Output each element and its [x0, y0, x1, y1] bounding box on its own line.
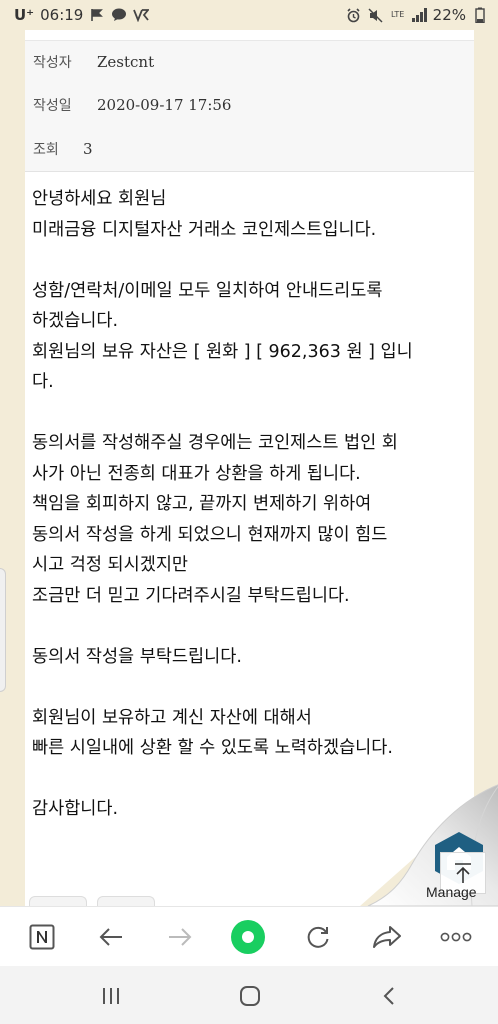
article-line: 조금만 더 믿고 기다려주시길 부탁드립니다.: [32, 585, 350, 606]
carrier-label: U⁺: [14, 6, 35, 24]
article-body: 안녕하세요 회원님 미래금융 디지털자산 거래소 코인제스트입니다. 성함/연락…: [25, 172, 474, 825]
more-button[interactable]: [438, 919, 474, 955]
alarm-icon: [346, 7, 362, 23]
arrow-left-icon: [99, 928, 122, 946]
flag-icon: [89, 7, 105, 23]
status-left: U⁺ 06:19: [14, 6, 150, 24]
back-button[interactable]: [93, 919, 129, 955]
article-line: 동의서를 작성해주실 경우에는 코인제스트 법인 회: [32, 433, 398, 453]
article-line: 하겠습니다.: [32, 311, 119, 331]
post-date: 2020-09-17 17:56: [97, 96, 232, 114]
meta-author-row: 작성자 Zestcnt: [33, 41, 466, 83]
date-label: 작성일: [33, 98, 72, 114]
home-icon: [240, 986, 260, 1006]
meta-views-row: 조회 3: [33, 127, 466, 171]
article-line: 책임을 회피하지 않고, 끝까지 변제하기 위하여: [32, 494, 372, 514]
battery-icon: [472, 7, 488, 23]
chevron-left-icon: [383, 987, 394, 1005]
refresh-icon: [307, 926, 329, 948]
tag-chip[interactable]: [29, 896, 87, 906]
green-dot-icon: [231, 920, 265, 954]
meta-date-row: 작성일 2020-09-17 17:56: [33, 83, 466, 127]
article-line: [32, 672, 474, 703]
mute-icon: [368, 7, 384, 23]
post-meta: 작성자 Zestcnt 작성일 2020-09-17 17:56 조회 3: [25, 40, 474, 172]
article-line: 성함/연락처/이메일 모두 일치하여 안내드리도록: [32, 280, 383, 301]
article-line: 동의서 작성을 부탁드립니다.: [32, 646, 242, 667]
author-name: Zestcnt: [97, 53, 155, 71]
system-back-button[interactable]: [372, 979, 406, 1013]
edge-panel-handle[interactable]: [0, 568, 6, 692]
recent-apps-icon: [103, 988, 119, 1004]
tag-chip[interactable]: [97, 896, 155, 906]
article-line: 회원님이 보유하고 계신 자산에 대해서: [32, 707, 312, 728]
naver-home-button[interactable]: [24, 919, 60, 955]
arrow-up-icon: [455, 863, 471, 883]
browser-toolbar: [0, 906, 498, 966]
clock: 06:19: [40, 6, 84, 24]
author-label: 작성자: [33, 55, 72, 71]
post-page: 작성자 Zestcnt 작성일 2020-09-17 17:56 조회 3 안녕…: [25, 30, 474, 906]
signal-icon: [411, 8, 427, 22]
view-count: 3: [83, 140, 93, 158]
status-right: LTE 22%: [346, 6, 488, 24]
system-nav-bar: [0, 966, 498, 1024]
article-line: 안녕하세요 회원님: [32, 189, 167, 209]
article-line: 사가 아닌 전종희 대표가 상환을 하게 됩니다.: [32, 463, 361, 484]
chat-bubble-icon: [111, 7, 127, 23]
article-line: 시고 걱정 되시겠지만: [32, 555, 189, 575]
views-label: 조회: [33, 142, 59, 158]
article-line: [32, 245, 474, 276]
battery-level: 22%: [432, 6, 466, 24]
status-bar: U⁺ 06:19 LTE 22%: [0, 0, 498, 30]
article-line: 동의서 작성을 하게 되었으니 현재까지 많이 힘드: [32, 524, 388, 545]
share-icon: [373, 926, 401, 948]
green-dot-button[interactable]: [230, 919, 266, 955]
share-button[interactable]: [369, 919, 405, 955]
article-line: 미래금융 디지털자산 거래소 코인제스트입니다.: [32, 219, 377, 240]
naver-n-icon: [29, 924, 55, 950]
lte-label: LTE: [391, 10, 405, 19]
home-button[interactable]: [233, 979, 267, 1013]
article-line: 다.: [32, 372, 54, 392]
tag-strip: [29, 896, 155, 906]
more-dots-icon: [440, 932, 472, 942]
article-line: [32, 611, 474, 642]
article-line: [32, 398, 474, 429]
article-line: 회원님의 보유 자산은 [ 원화 ] [ 962,363 원 ] 입니: [32, 341, 413, 362]
recent-apps-button[interactable]: [94, 979, 128, 1013]
v3-app-icon: [133, 7, 150, 23]
forward-button[interactable]: [162, 919, 198, 955]
manage-label: Manage: [426, 884, 477, 900]
refresh-button[interactable]: [300, 919, 336, 955]
article-line: 빠른 시일내에 상환 할 수 있도록 노력하겠습니다.: [32, 738, 393, 758]
arrow-right-icon: [169, 928, 192, 946]
